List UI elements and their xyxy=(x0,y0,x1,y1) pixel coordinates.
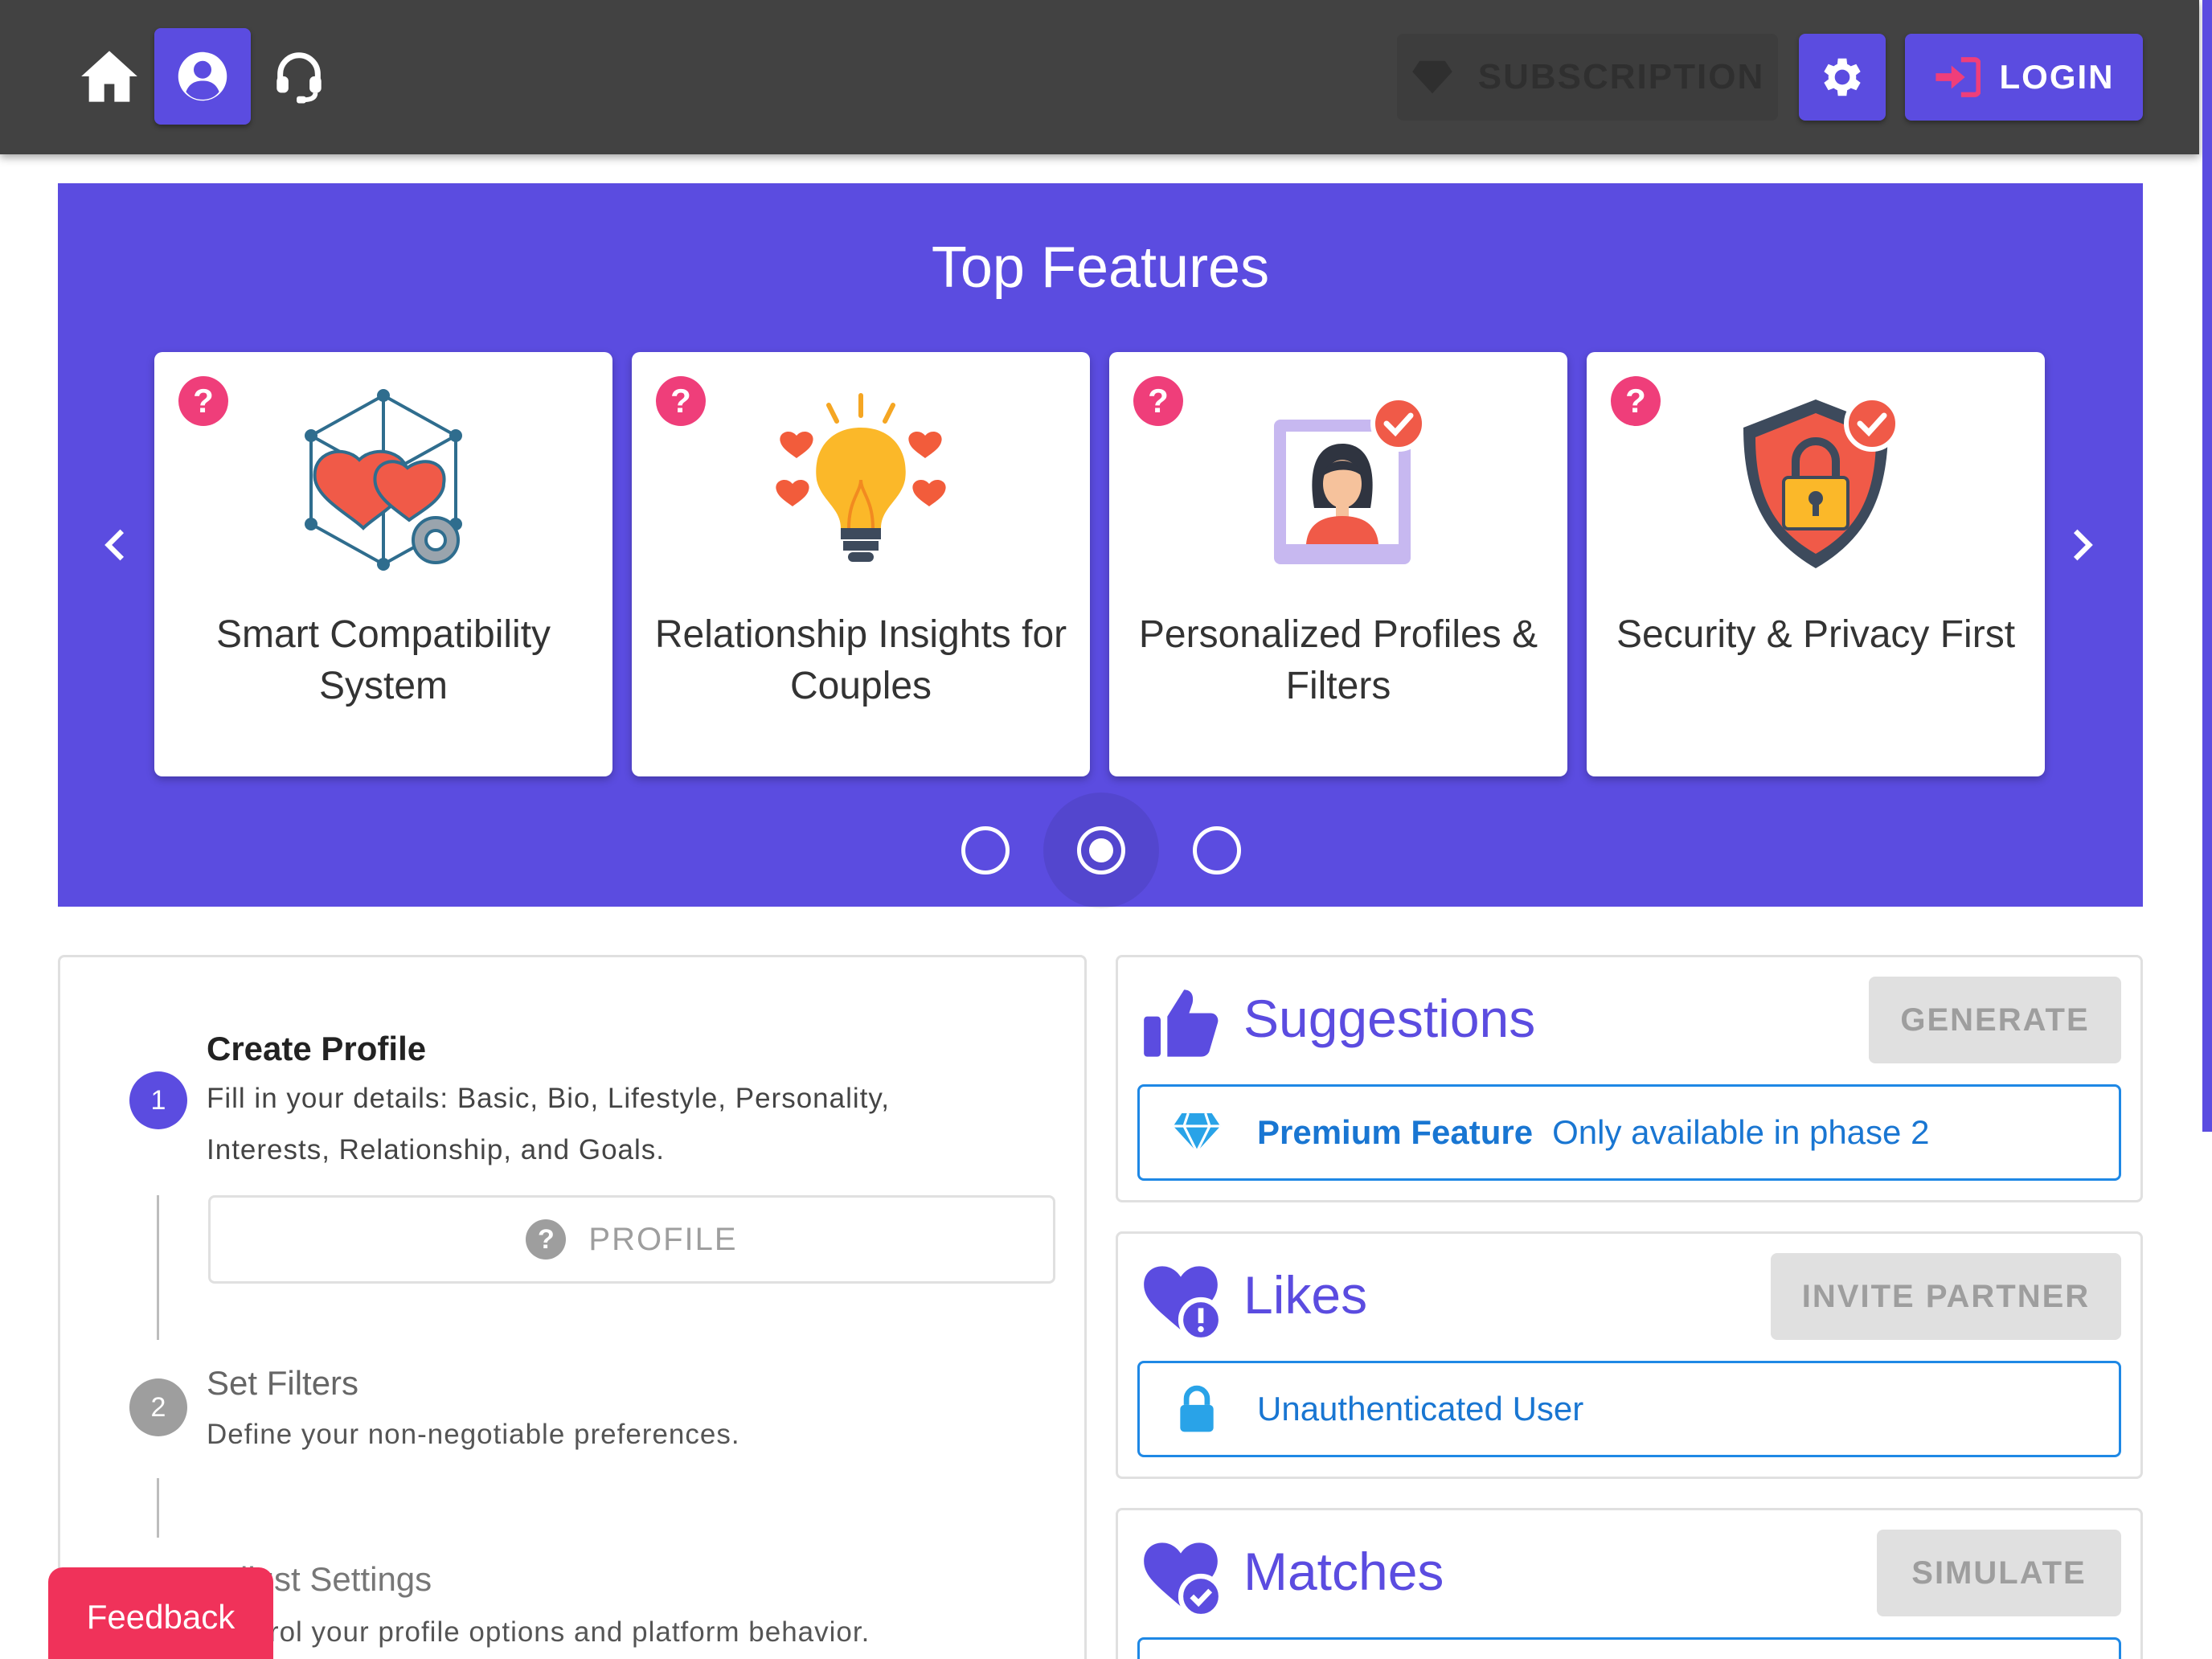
heart-alert-icon xyxy=(1144,1266,1221,1340)
hearts-cube-icon xyxy=(305,389,462,571)
feature-card[interactable]: ? Security & Privacy First xyxy=(1587,352,2045,776)
auth-alert: Unauthenticated User xyxy=(1137,1361,2121,1457)
profile-button-label: PROFILE xyxy=(588,1221,738,1257)
feature-card-label: Relationship Insights for Couples xyxy=(654,613,1067,707)
panel-title: Likes xyxy=(1243,1265,1368,1325)
carousel-dot-1[interactable] xyxy=(961,826,1010,875)
account-circle-icon xyxy=(178,51,227,101)
step-connector xyxy=(157,1195,159,1340)
login-label: LOGIN xyxy=(1999,58,2115,96)
top-app-bar: SUBSCRIPTION LOGIN xyxy=(0,0,2199,154)
feature-card[interactable]: ? Smart Compatibility System xyxy=(154,352,612,776)
matches-panel: Matches SIMULATE xyxy=(1116,1508,2143,1659)
thumbs-up-icon xyxy=(1144,989,1219,1057)
home-icon xyxy=(81,51,137,102)
feedback-button[interactable]: Feedback xyxy=(48,1567,273,1659)
headset-icon xyxy=(276,52,322,104)
help-icon: ? xyxy=(526,1219,567,1260)
carousel-prev-button[interactable] xyxy=(90,521,138,569)
lock-icon xyxy=(1180,1385,1214,1432)
lightbulb-hearts-icon xyxy=(776,393,946,562)
step-number: 1 xyxy=(129,1071,187,1129)
subscription-button[interactable]: SUBSCRIPTION xyxy=(1397,34,1778,121)
support-button[interactable] xyxy=(251,28,347,125)
feature-card[interactable]: ? Personalized Profiles & Filters xyxy=(1109,352,1567,776)
settings-button[interactable] xyxy=(1799,34,1886,121)
home-button[interactable] xyxy=(61,28,158,125)
step-description: Control your profile options and platfor… xyxy=(207,1616,870,1648)
step-description: Define your non-negotiable preferences. xyxy=(207,1419,740,1450)
simulate-button[interactable]: SIMULATE xyxy=(1877,1530,2121,1616)
matches-alert xyxy=(1137,1637,2121,1659)
feature-card-label: Security & Privacy First xyxy=(1616,613,2016,656)
likes-panel: Likes INVITE PARTNER Unauthenticated Use… xyxy=(1116,1231,2143,1479)
carousel-dot-2-active[interactable] xyxy=(1077,826,1125,875)
diamond-icon xyxy=(1173,1112,1221,1155)
gear-icon xyxy=(1824,58,1861,96)
panel-title: Matches xyxy=(1243,1542,1444,1601)
carousel-dot-3[interactable] xyxy=(1193,826,1241,875)
generate-button[interactable]: GENERATE xyxy=(1869,977,2121,1063)
profile-photo-icon xyxy=(1274,395,1427,564)
feature-card-label: Personalized Profiles & Filters xyxy=(1138,613,1538,707)
subscription-label: SUBSCRIPTION xyxy=(1477,57,1765,96)
alert-title: Premium Feature xyxy=(1257,1113,1534,1151)
diamond-icon xyxy=(1412,60,1452,94)
panel-title: Suggestions xyxy=(1243,989,1536,1048)
chevron-right-icon xyxy=(2073,529,2093,561)
alert-message: Unauthenticated User xyxy=(1257,1390,1584,1428)
step-connector xyxy=(157,1478,159,1538)
profile-button[interactable]: ? PROFILE xyxy=(208,1195,1055,1284)
profile-nav-button[interactable] xyxy=(154,28,251,125)
step-title: Set Filters xyxy=(207,1364,359,1402)
step-number: 2 xyxy=(129,1378,187,1436)
feature-card-label: Smart Compatibility System xyxy=(215,613,551,707)
heart-check-icon xyxy=(1144,1542,1221,1616)
premium-alert: Premium Feature Only available in phase … xyxy=(1137,1084,2121,1181)
step-title: Create Profile xyxy=(207,1030,427,1067)
carousel-title: Top Features xyxy=(931,236,1270,300)
shield-lock-icon xyxy=(1743,395,1900,568)
chevron-left-icon xyxy=(104,529,125,561)
login-button[interactable]: LOGIN xyxy=(1905,34,2143,121)
scrollbar-thumb[interactable] xyxy=(2202,0,2212,1132)
feature-card[interactable]: ? Relationship Insights for Couples xyxy=(632,352,1090,776)
onboarding-stepper: 1 Create Profile Fill in your details: B… xyxy=(58,955,1087,1659)
suggestions-panel: Suggestions GENERATE Premium Feature Onl… xyxy=(1116,955,2143,1202)
carousel-next-button[interactable] xyxy=(2059,521,2108,569)
alert-message: Only available in phase 2 xyxy=(1552,1113,1930,1151)
step-description: Fill in your details: Basic, Bio, Lifest… xyxy=(207,1083,891,1165)
login-icon xyxy=(1935,57,1981,97)
features-carousel: Top Features ? Smart Compatibility Syste… xyxy=(58,183,2143,908)
invite-partner-button[interactable]: INVITE PARTNER xyxy=(1771,1253,2121,1340)
